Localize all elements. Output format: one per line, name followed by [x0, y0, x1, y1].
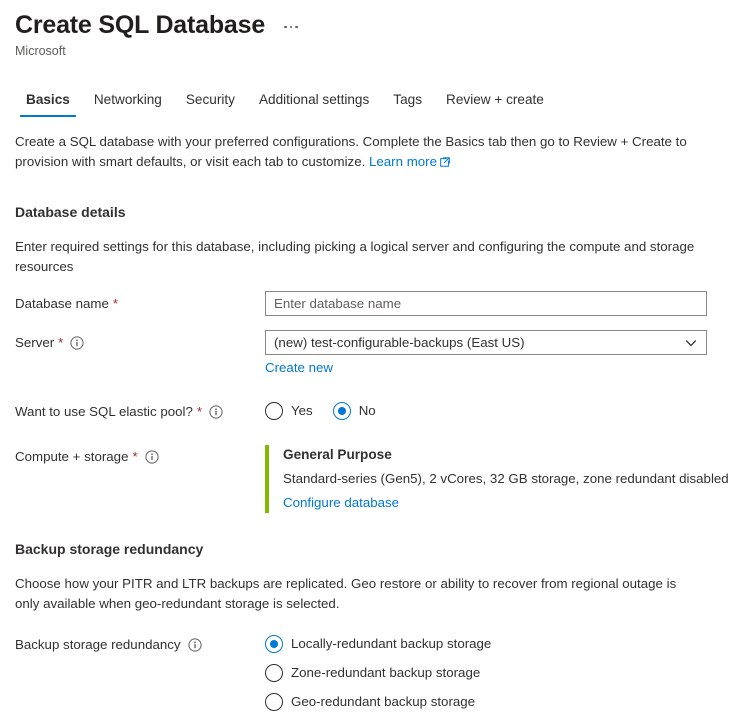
- control-database-name: [265, 291, 748, 316]
- label-text: Server: [15, 335, 55, 350]
- field-row-backup-redundancy: Backup storage redundancy Locally-redund…: [15, 614, 748, 721]
- publisher-label: Microsoft: [15, 44, 66, 58]
- radio-zone-redundant[interactable]: Zone-redundant backup storage: [265, 663, 748, 683]
- radio-label: No: [358, 403, 376, 418]
- control-backup-redundancy-radios: Locally-redundant backup storage Zone-re…: [265, 632, 748, 721]
- radio-label: Yes: [291, 403, 313, 418]
- radio-elastic-pool-no[interactable]: No: [332, 401, 376, 421]
- tab-networking[interactable]: Networking: [82, 89, 174, 117]
- control-elastic-pool-radios: Yes No: [265, 399, 748, 421]
- field-row-server: Server * (new) test-configurable-backups…: [15, 316, 748, 377]
- dot: [284, 25, 287, 29]
- tab-bar: Basics Networking Security Additional se…: [19, 89, 748, 117]
- radio-elastic-pool-yes[interactable]: Yes: [265, 401, 313, 421]
- configure-database-link[interactable]: Configure database: [283, 495, 399, 510]
- blade-header: Create SQL Database Microsoft: [0, 0, 748, 59]
- section-title-database-details: Database details: [15, 204, 126, 220]
- label-text: Database name: [15, 296, 109, 311]
- radio-label: Locally-redundant backup storage: [291, 636, 492, 651]
- server-select-wrap: (new) test-configurable-backups (East US…: [265, 330, 707, 355]
- radio-indicator: [265, 402, 283, 420]
- blade-intro-text: Create a SQL database with your preferre…: [15, 132, 693, 173]
- radio-locally-redundant[interactable]: Locally-redundant backup storage: [265, 634, 748, 654]
- label-server: Server *: [15, 330, 265, 353]
- server-dropdown[interactable]: (new) test-configurable-backups (East US…: [265, 330, 707, 355]
- control-server: (new) test-configurable-backups (East US…: [265, 330, 748, 377]
- info-icon[interactable]: [187, 638, 202, 652]
- label-text: Backup storage redundancy: [15, 637, 181, 652]
- label-text: Want to use SQL elastic pool?: [15, 404, 193, 419]
- radio-indicator: [332, 402, 351, 420]
- dot: [295, 25, 298, 29]
- required-marker: *: [132, 449, 138, 464]
- control-compute-storage: General Purpose Standard-series (Gen5), …: [265, 444, 748, 513]
- external-link-icon: [440, 153, 450, 173]
- configure-database-link-wrap: Configure database: [283, 492, 748, 513]
- radio-label: Zone-redundant backup storage: [291, 665, 481, 680]
- compute-details-text: Standard-series (Gen5), 2 vCores, 32 GB …: [283, 471, 729, 486]
- create-new-server-link[interactable]: Create new: [265, 360, 333, 375]
- tab-tags[interactable]: Tags: [381, 89, 434, 117]
- section-title-backup-storage-redundancy: Backup storage redundancy: [15, 541, 204, 557]
- label-elastic-pool: Want to use SQL elastic pool? *: [15, 399, 265, 422]
- required-marker: *: [196, 404, 203, 419]
- more-options-icon[interactable]: [282, 23, 300, 32]
- field-row-elastic-pool: Want to use SQL elastic pool? * Yes No: [15, 377, 748, 422]
- intro-text: Create a SQL database with your preferre…: [15, 134, 687, 169]
- dot: [289, 25, 293, 29]
- radio-indicator: [265, 635, 283, 653]
- create-new-server-link-wrap: Create new: [265, 359, 748, 377]
- label-text: Compute + storage: [15, 449, 129, 464]
- radio-label: Geo-redundant backup storage: [291, 694, 476, 709]
- field-row-compute-storage: Compute + storage * General Purpose Stan…: [15, 422, 748, 513]
- database-name-input[interactable]: [265, 291, 707, 316]
- info-icon[interactable]: [209, 405, 223, 419]
- tab-basics[interactable]: Basics: [14, 89, 82, 117]
- label-database-name: Database name *: [15, 291, 265, 314]
- section-description-database-details: Enter required settings for this databas…: [15, 239, 695, 274]
- radio-indicator: [265, 693, 283, 711]
- tab-security[interactable]: Security: [174, 89, 247, 117]
- compute-tier-label: General Purpose: [283, 447, 392, 462]
- label-backup-redundancy: Backup storage redundancy: [15, 632, 265, 655]
- field-row-database-name: Database name *: [15, 277, 748, 316]
- info-icon[interactable]: [145, 450, 159, 464]
- page-title: Create SQL Database: [15, 11, 266, 39]
- title-row: Create SQL Database: [15, 10, 748, 40]
- info-icon[interactable]: [70, 336, 84, 350]
- tab-additional-settings[interactable]: Additional settings: [247, 89, 381, 117]
- learn-more-label: Learn more: [369, 154, 437, 169]
- required-marker: *: [58, 335, 64, 350]
- required-marker: *: [112, 296, 119, 311]
- learn-more-link[interactable]: Learn more: [369, 154, 450, 169]
- section-description-backup-storage-redundancy: Choose how your PITR and LTR backups are…: [15, 576, 677, 611]
- create-sql-database-blade: Create SQL Database Microsoft Basics Net…: [0, 0, 748, 721]
- label-compute-storage: Compute + storage *: [15, 444, 265, 467]
- radio-indicator: [265, 664, 283, 682]
- compute-storage-card: General Purpose Standard-series (Gen5), …: [265, 445, 748, 513]
- tab-review-create[interactable]: Review + create: [434, 89, 556, 117]
- radio-geo-redundant[interactable]: Geo-redundant backup storage: [265, 692, 748, 712]
